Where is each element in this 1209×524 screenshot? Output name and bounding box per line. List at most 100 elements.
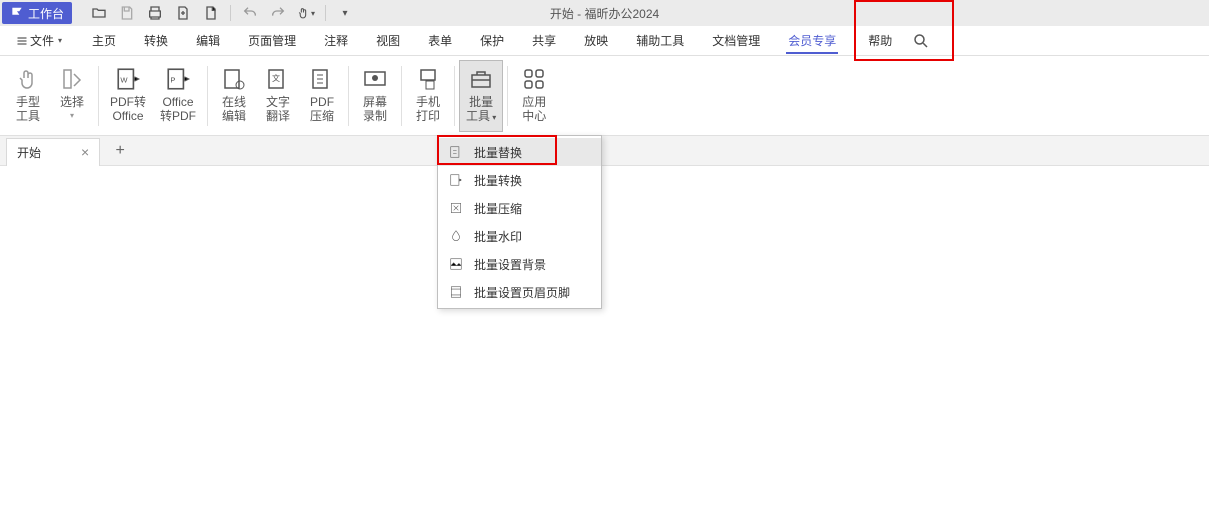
batch-tools-dropdown: 批量替换 批量转换 批量压缩 批量水印 批量设置背景 批量设置页眉页脚 (437, 135, 602, 309)
search-icon[interactable] (912, 32, 930, 50)
menu-right: 帮助 (862, 26, 930, 56)
menu-form[interactable]: 表单 (414, 26, 466, 56)
tab-strip: 开始 × + (0, 136, 1209, 166)
ribbon-separator (98, 66, 99, 126)
select-tool-button[interactable]: 选择 ▾ (50, 60, 94, 132)
redo-icon[interactable] (269, 4, 287, 22)
save-icon[interactable] (118, 4, 136, 22)
batch-tools-label-2: 工具 ▾ (466, 109, 496, 125)
screen-record-button[interactable]: 屏幕 录制 (353, 60, 397, 132)
menu-page-manage[interactable]: 页面管理 (234, 26, 310, 56)
menu-vip[interactable]: 会员专享 (774, 26, 850, 56)
doc-tab-label: 开始 (17, 144, 41, 161)
mobile-print-label-1: 手机 (416, 95, 440, 109)
dd-batch-background[interactable]: 批量设置背景 (438, 250, 601, 278)
office-to-pdf-label-1: Office (162, 95, 193, 109)
mobile-print-icon (414, 65, 442, 93)
new-doc-icon[interactable] (202, 4, 220, 22)
file-menu[interactable]: 文件 ▾ (8, 27, 70, 55)
watermark-icon (448, 228, 464, 244)
batch-tools-button[interactable]: 批量 工具 ▾ (459, 60, 503, 132)
dd-label: 批量水印 (474, 228, 522, 245)
hand-icon (14, 65, 42, 93)
hand-tool-label-2: 工具 (16, 109, 40, 123)
menu-doc-manage[interactable]: 文档管理 (698, 26, 774, 56)
app-center-label-2: 中心 (522, 109, 546, 123)
menu-protect[interactable]: 保护 (466, 26, 518, 56)
convert-icon (448, 172, 464, 188)
menu-home[interactable]: 主页 (78, 26, 130, 56)
menu-bars-icon (16, 35, 28, 47)
title-bar: 工作台 ▾ ▾ 开始 - 福昕办公2024 (0, 0, 1209, 26)
text-translate-label-1: 文字 (266, 95, 290, 109)
app-center-icon (520, 65, 548, 93)
office-to-pdf-label-2: 转PDF (160, 109, 196, 123)
undo-icon[interactable] (241, 4, 259, 22)
compress2-icon (448, 200, 464, 216)
qat-more-icon[interactable]: ▾ (336, 4, 354, 22)
dd-batch-watermark[interactable]: 批量水印 (438, 222, 601, 250)
translate-icon: 文 (264, 65, 292, 93)
print-icon[interactable] (146, 4, 164, 22)
office-to-pdf-icon: P (164, 65, 192, 93)
new-tab-button[interactable]: + (106, 137, 134, 165)
app-logo-icon (10, 6, 24, 20)
menu-edit[interactable]: 编辑 (182, 26, 234, 56)
ribbon-separator (454, 66, 455, 126)
online-edit-label-2: 编辑 (222, 109, 246, 123)
qat-separator-2 (325, 5, 326, 21)
online-edit-label-1: 在线 (222, 95, 246, 109)
dd-label: 批量替换 (474, 144, 522, 161)
mobile-print-button[interactable]: 手机 打印 (406, 60, 450, 132)
workbench-button[interactable]: 工作台 (2, 2, 72, 24)
menu-list: 主页 转换 编辑 页面管理 注释 视图 表单 保护 共享 放映 辅助工具 文档管… (78, 26, 850, 56)
app-center-button[interactable]: 应用 中心 (512, 60, 556, 132)
menu-accessibility[interactable]: 辅助工具 (622, 26, 698, 56)
batch-tools-label-1: 批量 (469, 95, 493, 109)
dd-batch-compress[interactable]: 批量压缩 (438, 194, 601, 222)
menu-annotate[interactable]: 注释 (310, 26, 362, 56)
svg-text:文: 文 (272, 73, 280, 83)
open-icon[interactable] (90, 4, 108, 22)
ribbon-separator (507, 66, 508, 126)
svg-text:W: W (120, 75, 128, 84)
text-translate-button[interactable]: 文 文字 翻译 (256, 60, 300, 132)
pdf-to-office-button[interactable]: W PDF转 Office (103, 60, 153, 132)
dd-label: 批量设置页眉页脚 (474, 284, 570, 301)
select-icon (58, 65, 86, 93)
dd-label: 批量压缩 (474, 200, 522, 217)
menu-present[interactable]: 放映 (570, 26, 622, 56)
screen-record-label-1: 屏幕 (363, 95, 387, 109)
quick-access-toolbar: ▾ ▾ (90, 4, 354, 22)
dd-batch-header-footer[interactable]: 批量设置页眉页脚 (438, 278, 601, 306)
menu-view[interactable]: 视图 (362, 26, 414, 56)
window-title: 开始 - 福昕办公2024 (550, 5, 659, 22)
briefcase-icon (467, 65, 495, 93)
export-icon[interactable] (174, 4, 192, 22)
dd-batch-convert[interactable]: 批量转换 (438, 166, 601, 194)
pdf-compress-label-1: PDF (310, 95, 334, 109)
qat-separator (230, 5, 231, 21)
pdf-to-office-label-2: Office (112, 109, 143, 123)
dd-batch-replace[interactable]: 批量替换 (438, 138, 601, 166)
pdf-compress-label-2: 压缩 (310, 109, 334, 123)
hand-tool-button[interactable]: 手型 工具 (6, 60, 50, 132)
background-icon (448, 256, 464, 272)
select-label: 选择 (60, 95, 84, 109)
app-center-label-1: 应用 (522, 95, 546, 109)
doc-tab-start[interactable]: 开始 × (6, 138, 100, 166)
menu-convert[interactable]: 转换 (130, 26, 182, 56)
mobile-print-label-2: 打印 (416, 109, 440, 123)
menu-help[interactable]: 帮助 (862, 26, 898, 56)
hand-dropdown-icon[interactable]: ▾ (297, 4, 315, 22)
hand-tool-label-1: 手型 (16, 95, 40, 109)
dd-label: 批量转换 (474, 172, 522, 189)
close-icon[interactable]: × (81, 144, 89, 160)
pdf-compress-button[interactable]: PDF 压缩 (300, 60, 344, 132)
chevron-down-icon: ▾ (58, 36, 62, 45)
office-to-pdf-button[interactable]: P Office 转PDF (153, 60, 203, 132)
pdf-to-office-label-1: PDF转 (110, 95, 146, 109)
online-edit-button[interactable]: 在线 编辑 (212, 60, 256, 132)
ribbon-separator (401, 66, 402, 126)
menu-share[interactable]: 共享 (518, 26, 570, 56)
